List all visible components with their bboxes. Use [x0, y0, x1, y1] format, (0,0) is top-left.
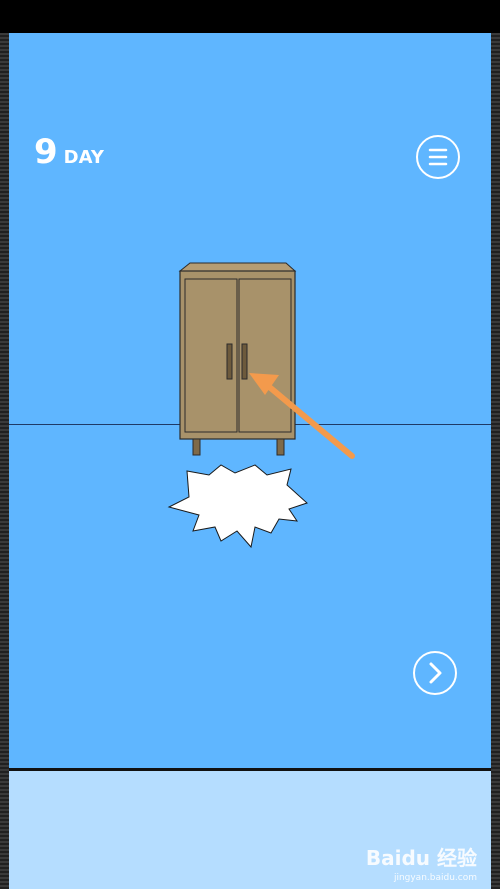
watermark: Bai⁢du 经验 jingyan.baidu.com [366, 842, 477, 883]
watermark-main: Bai⁢du 经验 [365, 846, 477, 870]
top-status-bar [0, 0, 500, 33]
white-burst [167, 464, 308, 549]
bottom-panel: Bai⁢du 经验 jingyan.baidu.com [9, 768, 491, 889]
right-screen-edge [491, 33, 500, 889]
next-button[interactable] [413, 651, 457, 695]
chevron-right-icon [429, 662, 442, 684]
left-screen-edge [0, 33, 9, 889]
wardrobe[interactable] [178, 262, 297, 456]
game-scene: 9 DAY [9, 33, 491, 768]
watermark-sub: jingyan.baidu.com [393, 873, 477, 883]
